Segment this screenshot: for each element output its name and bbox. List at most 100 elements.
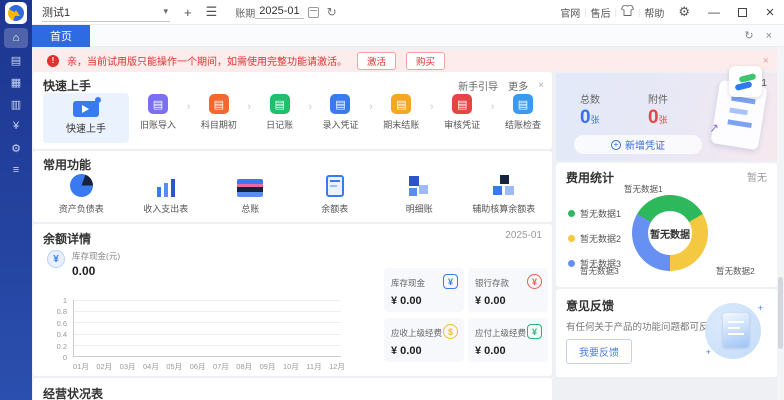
maximize-button[interactable]	[728, 0, 756, 25]
chevron-right-icon: ›	[187, 101, 191, 113]
sparkle-icon: +	[758, 303, 763, 313]
func-income-expense[interactable]: 收入支出表	[124, 171, 209, 215]
newbie-guide-link[interactable]: 新手引导	[458, 78, 498, 93]
donut-callout-3: 暂无数据3	[580, 265, 619, 277]
donut-center-text: 暂无数据	[650, 226, 690, 241]
tabbar: 首页 ↻ ×	[32, 25, 784, 47]
list-icon: ▤	[209, 94, 229, 114]
step-period-closing[interactable]: ▤ 期末结账	[378, 94, 424, 131]
add-voucher-button[interactable]: + 新增凭证	[574, 135, 702, 154]
sidebar-item-home[interactable]: ⌂	[4, 28, 28, 48]
period-value[interactable]: 2025-01	[255, 5, 303, 19]
sparkle-icon: +	[706, 347, 711, 357]
func-detail-ledger[interactable]: 明细账	[377, 171, 462, 215]
gear-icon[interactable]: ⚙	[678, 4, 690, 20]
chevron-right-icon: ›	[369, 101, 373, 113]
func-auxiliary-balance[interactable]: 辅助核算余额表	[462, 171, 547, 215]
refresh-icon[interactable]: ↻	[327, 5, 337, 19]
close-tab-icon[interactable]: ×	[766, 30, 772, 42]
donut-callout-2: 暂无数据2	[716, 265, 755, 277]
step-opening-balance[interactable]: ▤ 科目期初	[196, 94, 242, 131]
quick-start-header: 快速上手 新手引导 更多 ×	[43, 77, 544, 94]
close-notice-icon[interactable]: ×	[763, 55, 769, 67]
chevron-right-icon: ›	[491, 101, 495, 113]
sidebar-item-ledger[interactable]: ▥	[4, 94, 28, 114]
feedback-text: 有任何关于产品的功能问题都可反馈	[566, 319, 718, 333]
business-status-title: 经营状况表	[43, 385, 103, 400]
payable-funds-card[interactable]: 应付上级经费 ¥ ¥ 0.00	[468, 318, 548, 362]
logo-icon	[8, 5, 24, 21]
func-balance-table[interactable]: 余额表	[293, 171, 378, 215]
tab-home[interactable]: 首页	[32, 25, 90, 47]
chevron-right-icon: ›	[247, 101, 251, 113]
warning-icon: !	[47, 55, 59, 67]
ledger-icon: ▥	[11, 98, 21, 111]
assistant-logo-icon	[735, 81, 753, 91]
donut-legend: 暂无数据1 暂无数据2 暂无数据3	[568, 207, 621, 270]
books-icon	[237, 179, 263, 197]
wallet-icon: ▤	[270, 94, 290, 114]
sidebar-item-voucher[interactable]: ▦	[4, 72, 28, 92]
quick-start-steps: ▤ 旧账导入 › ▤ 科目期初 › ▤ 日记账 › ▤ 录入凭证 › ▤ 期末结…	[135, 94, 546, 131]
app-logo	[5, 2, 27, 24]
yuan-circle-icon: ¥	[47, 250, 65, 268]
official-site-link[interactable]: 官网	[560, 5, 580, 20]
tabbar-tools: ↻ ×	[744, 29, 784, 42]
step-import-old-accounts[interactable]: ▤ 旧账导入	[135, 94, 181, 131]
scrollbar-track[interactable]	[777, 47, 784, 400]
after-sales-link[interactable]: 售后	[591, 5, 611, 20]
scrollbar-thumb[interactable]	[778, 277, 783, 349]
cash-card[interactable]: 库存现金 ¥ ¥ 0.00	[384, 268, 464, 312]
sidebar-item-cash[interactable]: ¥	[4, 116, 28, 136]
settings-icon: ⚙	[11, 142, 21, 155]
maximize-icon	[738, 8, 747, 17]
receivable-funds-card[interactable]: 应收上级经费 $ ¥ 0.00	[384, 318, 464, 362]
period-label: 账期	[235, 5, 255, 20]
divider: |	[638, 7, 640, 17]
sidebar: ⌂ ▤ ▦ ▥ ¥ ⚙ ≡	[0, 0, 32, 400]
quick-start-video-tile[interactable]: 快速上手	[43, 93, 129, 143]
common-functions-card: 常用功能 资产负债表 收入支出表 总账 余额表 明细账	[33, 151, 552, 222]
y-tick: 0.4	[43, 330, 67, 339]
sidebar-item-report[interactable]: ▤	[4, 50, 28, 70]
assistant-widget[interactable]	[729, 66, 762, 97]
more-link[interactable]: 更多	[508, 78, 528, 93]
sidebar-nav: ⌂ ▤ ▦ ▥ ¥ ⚙ ≡	[0, 28, 32, 182]
y-tick: 0.6	[43, 319, 67, 328]
minimize-button[interactable]: —	[700, 0, 728, 25]
total-count: 0	[580, 107, 591, 128]
buy-button[interactable]: 购买	[406, 52, 445, 70]
business-status-card: 经营状况表	[33, 378, 552, 400]
skin-theme-icon[interactable]	[621, 5, 634, 19]
help-link[interactable]: 帮助	[644, 5, 664, 20]
bank-deposit-card[interactable]: 银行存款 ¥ ¥ 0.00	[468, 268, 548, 312]
balance-details-title: 余额详情	[43, 230, 91, 247]
feedback-card: 意见反馈 有任何关于产品的功能问题都可反馈 我要反馈 + +	[556, 289, 777, 377]
feedback-button[interactable]: 我要反馈	[566, 339, 632, 364]
step-enter-voucher[interactable]: ▤ 录入凭证	[317, 94, 363, 131]
legend-item: 暂无数据2	[568, 232, 621, 245]
close-quickstart-icon[interactable]: ×	[538, 80, 544, 91]
sidebar-item-book[interactable]: ≡	[4, 160, 28, 180]
add-account-button[interactable]: +	[184, 5, 192, 20]
account-list-icon[interactable]: ☰	[206, 4, 218, 20]
calendar-check-icon: ▤	[513, 94, 533, 114]
coin-icon: $	[443, 324, 458, 339]
func-balance-sheet[interactable]: 资产负债表	[39, 171, 124, 215]
chevron-right-icon: ›	[430, 101, 434, 113]
clipboard-icon	[326, 175, 344, 197]
chevron-down-icon[interactable]: ▾	[163, 6, 168, 17]
refresh-tab-icon[interactable]: ↻	[744, 29, 753, 42]
close-button[interactable]: ×	[756, 0, 784, 25]
sidebar-item-settings[interactable]: ⚙	[4, 138, 28, 158]
cash-line-chart	[73, 300, 341, 357]
step-audit-voucher[interactable]: ▤ 审核凭证	[439, 94, 485, 131]
step-journal[interactable]: ▤ 日记账	[257, 94, 303, 131]
account-selector[interactable]: 测试1 ▾	[42, 2, 170, 22]
cubes-icon	[407, 175, 431, 197]
step-closing-check[interactable]: ▤ 结账检查	[500, 94, 546, 131]
legend-dot	[568, 260, 575, 267]
calendar-icon[interactable]	[308, 7, 319, 18]
func-general-ledger[interactable]: 总账	[208, 171, 293, 215]
activate-button[interactable]: 激活	[357, 52, 396, 70]
